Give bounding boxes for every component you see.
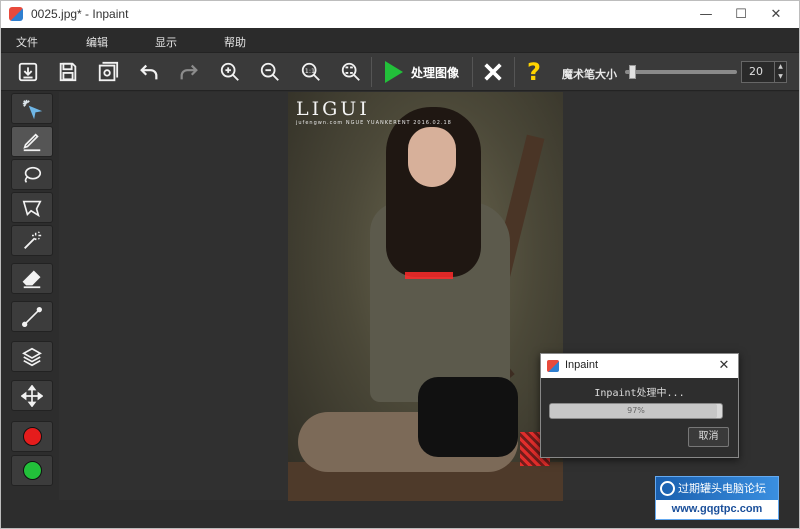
zoom-fit-icon [341,62,360,81]
title-bar: 0025.jpg* - Inpaint — ☐ ✕ [1,1,799,28]
redo-button[interactable] [174,58,204,86]
photo-logo-subtitle: jufengwn.com NGUE YUANKERENT 2016.02.18 [296,120,452,126]
zoom-actual-icon: 1:1 [301,62,320,81]
maximize-icon: ☐ [735,7,747,22]
cancel-button[interactable]: 取消 [688,427,729,447]
toolbar: 1:1 处理图像 ? 魔术笔大小 20 ▲ ▼ [1,52,799,91]
brush-size-label: 魔术笔大小 [562,68,617,81]
window-title: 0025.jpg* - Inpaint [31,7,129,21]
help-button[interactable]: ? [519,58,549,86]
clear-x-icon [484,63,502,81]
photo-figure-face [408,127,456,187]
play-icon [385,61,403,83]
move-icon [21,384,43,407]
inpaint-mask-selection [405,272,453,279]
import-icon [18,62,38,82]
layers-tool-button[interactable] [11,341,53,372]
brush-size-slider-handle[interactable] [629,65,637,79]
maximize-button[interactable]: ☐ [723,1,759,28]
progress-text: 97% [627,406,645,415]
undo-button[interactable] [134,58,164,86]
import-button[interactable] [13,58,43,86]
eraser-tool-button[interactable] [11,263,53,294]
brush-size-slider[interactable] [625,65,737,79]
redo-icon [180,64,198,80]
move-tool-button[interactable] [11,380,53,411]
save-button[interactable] [53,58,83,86]
save-preview-icon [98,61,119,82]
watermark-title: 过期罐头电脑论坛 [656,477,778,500]
spin-arrows-icon[interactable]: ▲ ▼ [774,62,786,82]
magic-select-tool-button[interactable] [11,93,53,124]
line-tool-icon [22,306,42,327]
zoom-in-button[interactable] [215,58,245,86]
dialog-message: Inpaint处理中... [594,388,685,399]
marker-pen-icon [23,132,41,151]
magic-wand-tool-button[interactable] [11,225,53,256]
polygon-lasso-icon [22,200,42,217]
polygon-lasso-tool-button[interactable] [11,192,53,223]
dialog-app-icon [547,360,559,372]
line-tool-button[interactable] [11,301,53,332]
tool-sidebar [9,93,55,493]
close-icon: ✕ [770,7,782,22]
lasso-tool-button[interactable] [11,159,53,190]
inpaint-progress-dialog: Inpaint ✕ Inpaint处理中... 97% 取消 [540,353,739,458]
red-color-button[interactable] [11,421,53,452]
help-question-icon: ? [527,58,541,86]
marker-tool-button[interactable] [11,126,53,157]
dialog-title: Inpaint [565,359,599,371]
close-button[interactable]: ✕ [758,1,794,28]
app-icon [9,7,23,21]
magic-select-icon [22,99,43,119]
progress-bar: 97% [549,403,723,419]
menu-bar: 文件 编辑 显示 帮助 [1,28,799,52]
close-icon: ✕ [718,358,730,373]
magic-wand-icon [24,230,42,249]
brush-size-spinbox[interactable]: 20 ▲ ▼ [741,61,787,83]
zoom-fit-button[interactable] [336,58,366,86]
green-color-button[interactable] [11,455,53,486]
app-window: 0025.jpg* - Inpaint — ☐ ✕ 文件 编辑 显示 帮助 1:… [0,0,800,529]
process-image-button[interactable]: 处理图像 [377,58,467,86]
zoom-out-icon [260,62,279,81]
brush-size-value: 20 [749,65,763,78]
toolbar-divider [514,57,515,87]
menu-help[interactable]: 帮助 [224,34,246,50]
toolbar-divider [472,57,473,87]
layers-icon [22,347,42,366]
watermark-url: www.gqgtpc.com [656,500,778,519]
forum-logo-icon [660,481,675,496]
green-color-swatch [22,461,42,480]
menu-view[interactable]: 显示 [155,34,177,50]
save-preview-button[interactable] [93,58,123,86]
undo-icon [140,64,158,80]
photo-logo: LIGUI [296,98,370,120]
menu-file[interactable]: 文件 [16,34,38,50]
minimize-icon: — [699,7,713,22]
eraser-icon [22,269,41,288]
zoom-actual-button[interactable]: 1:1 [296,58,326,86]
process-image-label: 处理图像 [411,65,460,80]
image-canvas[interactable]: LIGUI jufengwn.com NGUE YUANKERENT 2016.… [288,92,563,501]
zoom-in-icon [220,62,239,81]
photo-figure-skirt [418,377,518,457]
minimize-button[interactable]: — [688,1,724,28]
toolbar-divider [371,57,372,87]
menu-edit[interactable]: 编辑 [86,34,108,50]
save-icon [59,62,77,82]
lasso-icon [24,166,42,183]
red-color-swatch [22,427,42,446]
clear-selection-button[interactable] [478,58,508,86]
site-watermark: 过期罐头电脑论坛 www.gqgtpc.com [655,476,779,520]
dialog-close-button[interactable]: ✕ [714,356,734,376]
dialog-title-bar: Inpaint ✕ [541,354,738,378]
watermark-title-text: 过期罐头电脑论坛 [678,482,766,495]
svg-text:1:1: 1:1 [305,67,315,75]
zoom-out-button[interactable] [255,58,285,86]
